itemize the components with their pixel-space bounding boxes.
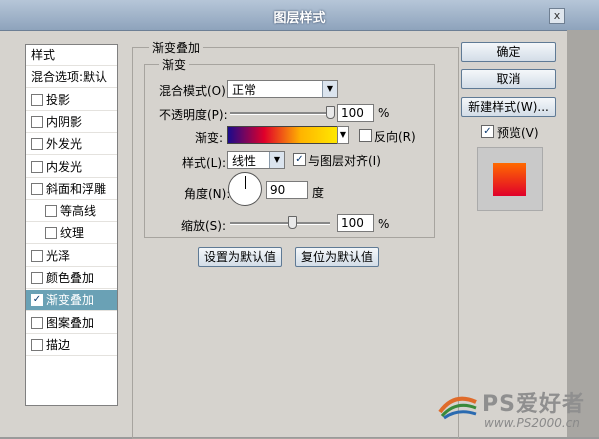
style-item[interactable]: 外发光 [26, 134, 117, 156]
style-item[interactable]: 纹理 [26, 223, 117, 245]
gradient-picker[interactable] [227, 126, 338, 144]
style-checkbox[interactable] [31, 272, 43, 284]
style-item[interactable]: 图案叠加 [26, 313, 117, 334]
style-checkbox[interactable] [45, 205, 57, 218]
style-select[interactable]: 线性 ▼ [227, 151, 285, 169]
watermark: PS爱好者 www.PS2000.cn [436, 386, 596, 432]
style-item-label: 颜色叠加 [46, 271, 95, 285]
style-item-label: 等高线 [60, 204, 97, 219]
style-item-label: 样式 [31, 48, 56, 62]
angle-input[interactable]: 90 [266, 181, 308, 199]
scale-slider[interactable] [230, 222, 330, 225]
style-item[interactable]: 样式 [26, 45, 117, 66]
style-item-label: 斜面和浮雕 [46, 181, 107, 196]
style-checkbox[interactable] [45, 227, 57, 240]
gradient-overlay-title: 渐变叠加 [149, 39, 204, 56]
preview-label: 预览(V) [497, 126, 539, 140]
chevron-down-icon: ▼ [322, 81, 337, 97]
opacity-input[interactable]: 100 [337, 104, 374, 122]
dialog-edge [567, 30, 599, 437]
angle-label: 角度(N): [184, 187, 231, 201]
reverse-checkbox[interactable] [359, 129, 372, 142]
style-item-label: 内发光 [46, 159, 83, 174]
style-item[interactable]: 斜面和浮雕 [26, 179, 117, 200]
style-checkbox[interactable] [31, 93, 43, 106]
chevron-down-icon: ▼ [338, 127, 348, 143]
style-item-label: 内阴影 [46, 114, 83, 129]
angle-needle [245, 176, 246, 189]
scale-slider-thumb[interactable] [288, 216, 297, 229]
style-item-label: 外发光 [46, 137, 83, 152]
style-item[interactable]: 投影 [26, 90, 117, 111]
layer-style-dialog: 图层样式 x 样式混合选项:默认投影内阴影外发光内发光斜面和浮雕等高线纹理光泽颜… [0, 0, 599, 439]
style-checkbox[interactable] [31, 338, 43, 351]
style-checkbox[interactable] [31, 182, 43, 195]
style-item-label: 描边 [46, 337, 71, 352]
style-checkbox[interactable] [31, 138, 43, 151]
reverse-label: 反向(R) [374, 130, 416, 144]
align-with-layer-label: 与图层对齐(I) [308, 154, 381, 168]
gradient-dropdown[interactable]: ▼ [337, 126, 349, 144]
style-item[interactable]: 光泽 [26, 246, 117, 267]
style-item-label: 纹理 [60, 226, 85, 241]
scale-unit: % [378, 217, 390, 231]
blend-mode-value: 正常 [232, 83, 257, 97]
title-bar[interactable]: 图层样式 x [0, 0, 599, 31]
opacity-unit: % [378, 106, 390, 120]
style-checkbox[interactable]: ✓ [31, 294, 43, 307]
opacity-slider-thumb[interactable] [326, 106, 335, 119]
gradient-subgroup-title: 渐变 [159, 56, 190, 73]
opacity-slider[interactable] [230, 112, 330, 115]
preview-thumbnail [477, 147, 543, 211]
angle-unit: 度 [312, 186, 325, 200]
style-item-label: 混合选项:默认 [31, 70, 108, 85]
style-item[interactable]: ✓ 渐变叠加 [26, 290, 117, 312]
scale-input[interactable]: 100 [337, 214, 374, 232]
make-default-button[interactable]: 设置为默认值 [198, 247, 282, 267]
style-item-label: 图案叠加 [46, 315, 95, 330]
style-label: 样式(L): [182, 156, 227, 170]
chevron-down-icon: ▼ [269, 152, 284, 168]
gradient-label: 渐变: [195, 131, 224, 145]
dialog-title: 图层样式 [273, 11, 326, 26]
style-item[interactable]: 内发光 [26, 157, 117, 178]
blend-mode-select[interactable]: 正常 ▼ [227, 80, 338, 98]
reset-default-button[interactable]: 复位为默认值 [295, 247, 379, 267]
opacity-label: 不透明度(P): [159, 108, 228, 122]
blend-mode-label: 混合模式(O): [159, 84, 230, 98]
style-item[interactable]: 混合选项:默认 [26, 67, 117, 89]
cancel-button[interactable]: 取消 [461, 69, 556, 89]
style-value: 线性 [232, 154, 257, 168]
preview-swatch [493, 163, 526, 196]
watermark-brand: PS爱好者 [482, 392, 585, 417]
scale-label: 缩放(S): [181, 219, 227, 233]
ok-button[interactable]: 确定 [461, 42, 556, 62]
style-item-label: 投影 [46, 92, 71, 107]
align-with-layer-checkbox[interactable]: ✓ [293, 153, 306, 166]
close-icon[interactable]: x [549, 8, 565, 24]
style-item[interactable]: 颜色叠加 [26, 268, 117, 289]
style-item-label: 渐变叠加 [46, 293, 95, 308]
style-item[interactable]: 描边 [26, 335, 117, 356]
new-style-button[interactable]: 新建样式(W)... [461, 97, 556, 117]
style-checkbox[interactable] [31, 316, 43, 329]
angle-dial[interactable] [228, 172, 262, 206]
ps-logo-icon [438, 396, 477, 420]
style-checkbox[interactable] [31, 160, 43, 173]
preview-checkbox[interactable]: ✓ [481, 125, 494, 138]
style-item[interactable]: 内阴影 [26, 112, 117, 133]
style-item[interactable]: 等高线 [26, 201, 117, 223]
styles-list: 样式 混合选项:默认 投影 内阴影 外发光 内发光 斜面和浮雕 等高线 纹理 光泽 颜色叠加 ✓ 渐变叠… [25, 44, 118, 406]
style-checkbox[interactable] [31, 249, 43, 262]
watermark-url: www.PS2000.cn [484, 416, 580, 430]
style-item-label: 光泽 [46, 248, 71, 263]
style-checkbox[interactable] [31, 115, 43, 128]
